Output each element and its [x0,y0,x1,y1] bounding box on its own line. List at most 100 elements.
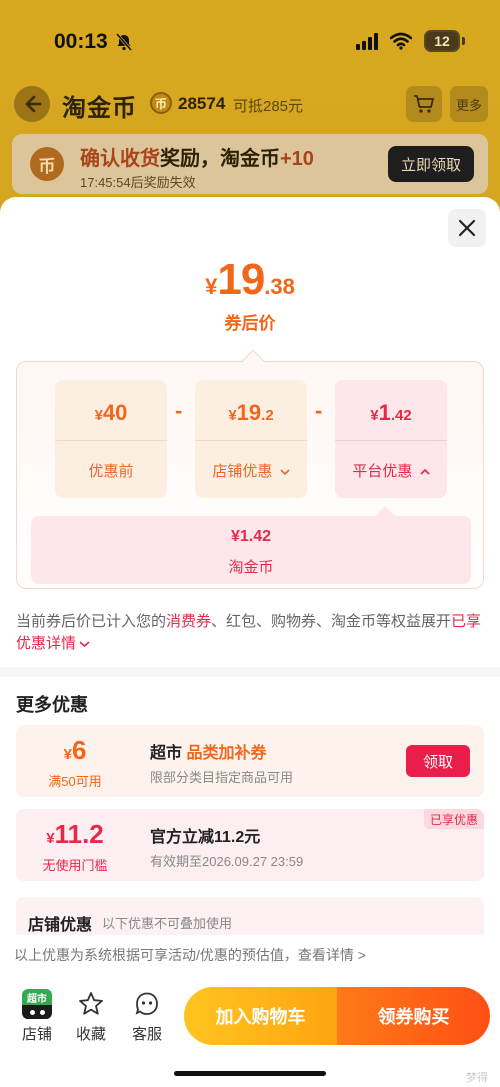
close-icon [458,219,476,237]
service-tab[interactable]: 客服 [122,989,172,1044]
claim-coupon-button[interactable]: 领取 [406,745,470,777]
card-divider [55,440,167,441]
reward-banner: 币 确认收货奖励，淘金币+10 17:45:54后奖励失效 立即领取 [12,134,488,194]
notice-pre: 当前券后价已计入您的 [16,613,167,630]
chevron-down-icon [280,469,290,476]
more-offers-title: 更多优惠 [16,695,88,715]
platform-discount-integer: 1 [378,400,391,425]
status-time: 00:13 [54,30,134,54]
coin-icon: 币 [150,92,172,114]
platform-discount-decimal: .42 [390,407,412,424]
shop-discount-amount: ¥19.2 [195,400,307,426]
battery-icon: 12 [424,30,465,52]
notice-consume-coupon-link[interactable]: 消费券 [166,613,211,630]
shop-icon-face [22,1005,52,1019]
coupon-description: 有效期至2026.09.27 23:59 [150,854,304,869]
coin-deduct-text: 可抵285元 [233,98,304,115]
coupon-title-highlight: 品类加补券 [186,745,267,762]
price-detail-sheet: ¥19.38 券后价 ¥40 优惠前 - ¥19.2 店铺优惠 - ¥1.42 … [0,197,500,1087]
chevron-up-icon [420,468,430,475]
platform-discount-card[interactable]: ¥1.42 平台优惠 [335,380,447,498]
estimate-disclaimer[interactable]: 以上优惠为系统根据可享活动/优惠的预估值，查看详情 > [0,935,500,975]
status-bar: 00:13 12 [0,0,500,80]
platform-discount-label-text: 平台优惠 [352,463,413,480]
price-breakdown: ¥40 优惠前 - ¥19.2 店铺优惠 - ¥1.42 平台优惠 ¥1.42 … [16,349,484,589]
banner-title-mid: 奖励，淘金币 [160,148,280,170]
arrow-left-icon [25,95,42,113]
page-title: 淘金币 [62,95,137,122]
favorite-tab[interactable]: 收藏 [66,989,116,1044]
section-divider [0,667,500,677]
banner-title: 确认收货奖励，淘金币+10 [80,142,314,171]
buy-with-coupon-button[interactable]: 领券购买 [337,987,490,1045]
banner-countdown: 17:45:54后奖励失效 [80,175,196,190]
shop-discount-integer: 19 [236,400,262,425]
benefit-notice: 当前券后价已计入您的消费券、红包、购物券、淘金币等权益展开已享优惠详情 [16,611,486,655]
shop-label: 店铺 [21,1026,52,1043]
coupon-description: 限部分类目指定商品可用 [150,770,294,785]
final-price-symbol: ¥ [205,274,218,299]
taojinbi-amount: ¥1.42 [230,528,272,545]
bottom-action-bar: 超市 店铺 收藏 客服 加入购物车 领券购买 梦得 [0,975,500,1087]
coupon-amount: 6 [71,735,87,765]
coupon-value: ¥6 [16,735,134,766]
back-button[interactable] [14,86,50,122]
favorite-label: 收藏 [75,1026,106,1043]
final-price: ¥19.38 [0,255,500,305]
wifi-icon [390,32,412,50]
breakdown-pointer [241,349,265,373]
shop-discount-label: 店铺优惠 [195,460,307,481]
coupon-card: ¥6 满50可用 超市 品类加补券 限部分类目指定商品可用 领取 [16,725,484,797]
taojinbi-label: 淘金币 [228,559,274,576]
coupon-value: ¥11.2 [16,819,134,850]
coupon-symbol: ¥ [63,746,72,763]
status-right: 12 [356,30,465,52]
minus-sign: - [175,398,183,423]
battery-level: 12 [424,30,460,52]
coupon-amount: 11.2 [54,819,104,849]
final-price-label: 券后价 [224,314,276,333]
time-text: 00:13 [54,30,108,53]
original-price-symbol: ¥ [94,407,103,424]
star-icon [79,992,103,1015]
star-icon-wrap [76,989,106,1019]
signal-icon [356,32,378,50]
original-price-integer: 40 [102,400,128,425]
enjoyed-badge: 已享优惠 [423,809,484,829]
coupon-title: 官方立减11.2元 [150,829,261,846]
banner-title-plus: +10 [280,148,314,170]
claim-reward-button[interactable]: 立即领取 [388,146,474,182]
final-price-decimal: .38 [264,274,295,299]
original-price-card: ¥40 优惠前 [55,380,167,498]
original-price-label: 优惠前 [88,463,134,480]
platform-discount-symbol: ¥ [370,407,379,424]
bell-off-icon [115,33,132,51]
coupon-title-pre: 超市 [150,745,187,762]
shop-tab[interactable]: 超市 店铺 [12,989,62,1044]
home-indicator [174,1071,326,1076]
shop-discount-symbol: ¥ [228,407,237,424]
platform-discount-detail: ¥1.42 淘金币 [31,516,471,584]
platform-discount-label: 平台优惠 [335,460,447,481]
original-price-amount: ¥40 [55,400,167,426]
more-button[interactable]: 更多 [450,86,488,122]
coupon-condition: 无使用门槛 [42,858,108,873]
coin-icon: 币 [30,147,64,181]
card-divider [195,440,307,441]
service-icon-wrap [132,989,162,1019]
notice-mid: 、红包、购物券、淘金币等权益展开 [211,613,452,630]
shop-discount-card[interactable]: ¥19.2 店铺优惠 [195,380,307,498]
minus-sign: - [315,398,323,423]
shop-offers-subtitle: 以下优惠不可叠加使用 [102,916,233,931]
cart-button[interactable] [406,86,442,122]
card-divider [335,440,447,441]
coupon-symbol: ¥ [46,830,55,847]
coupon-title: 超市 品类加补券 [150,739,266,763]
cart-icon [414,95,434,113]
coupon-value-area: ¥6 满50可用 [16,725,134,797]
shop-icon-wrap: 超市 [22,989,52,1019]
close-button[interactable] [448,209,486,247]
add-to-cart-button[interactable]: 加入购物车 [184,987,337,1045]
service-label: 客服 [131,1026,162,1043]
coupon-card: 已享优惠 ¥11.2 无使用门槛 官方立减11.2元 有效期至2026.09.2… [16,809,484,881]
